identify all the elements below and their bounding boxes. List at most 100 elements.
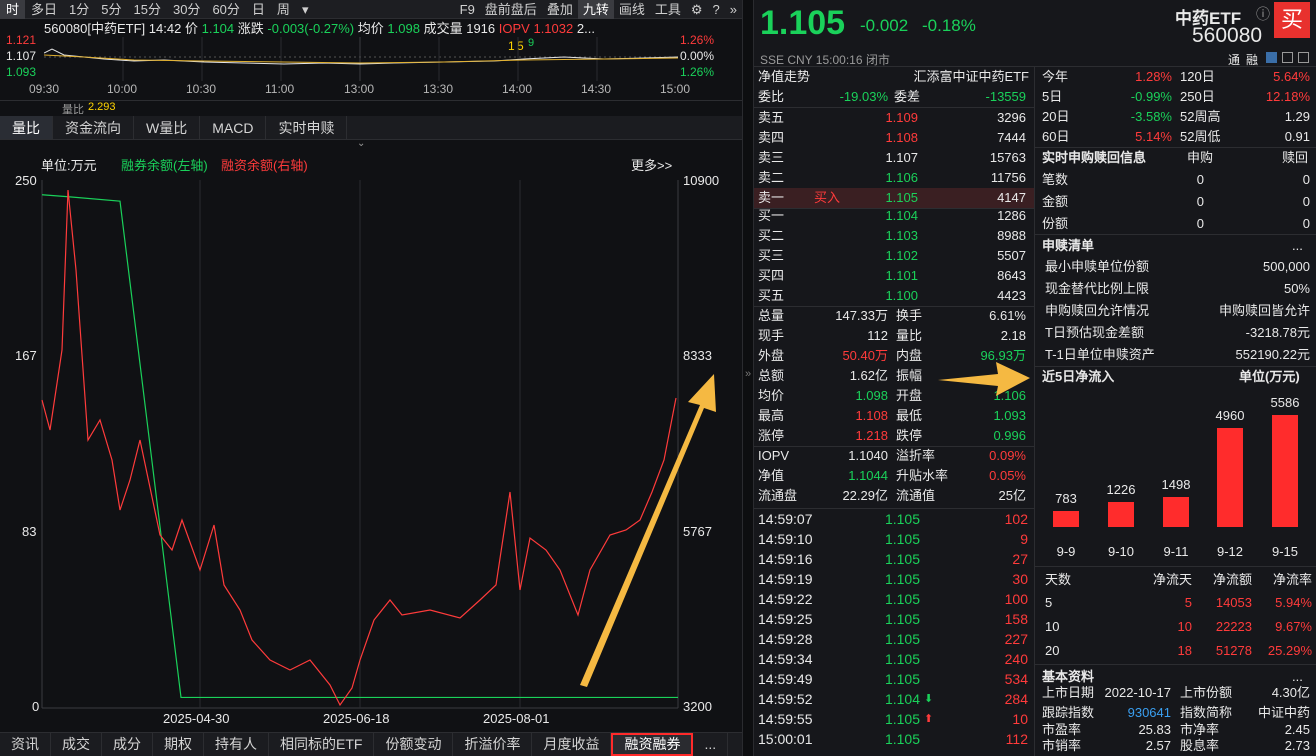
basic-value: 4.30亿 — [1271, 685, 1310, 700]
popout-icon[interactable] — [1298, 52, 1309, 63]
period-tab[interactable]: 60分 — [206, 0, 245, 19]
bid-price[interactable]: 1.103 — [874, 226, 918, 246]
creation-label: T-1日单位申赎资产 — [1045, 347, 1155, 362]
ask-price[interactable]: 1.105 — [874, 188, 918, 208]
mini-chart-header: 560080[中药ETF] 14:42 价 1.104 涨跌 -0.003(-0… — [44, 20, 595, 37]
period-tab[interactable]: 时 — [0, 0, 26, 19]
bottom-tab[interactable]: 成分 — [102, 733, 153, 756]
redeem-header: 赎回 — [1282, 150, 1309, 165]
avg-value: 1.098 — [387, 21, 420, 36]
sg-redeem: 0 — [1302, 172, 1310, 187]
tick-time: 14:59:49 — [758, 671, 813, 687]
netflow-date: 9-10 — [1107, 544, 1135, 559]
panel-divider[interactable]: » — [742, 0, 754, 756]
indicator-tab[interactable]: 资金流向 — [53, 116, 134, 139]
period-tab[interactable]: 1分 — [63, 0, 95, 19]
subscribe-header: 申购 — [1187, 150, 1214, 165]
perf-value: -3.58% — [1130, 109, 1172, 124]
help-icon[interactable]: ? — [708, 0, 725, 19]
indicator-tab[interactable]: W量比 — [134, 116, 201, 139]
edit-icon[interactable] — [1266, 52, 1277, 63]
flow-table-cell: 51278 — [1215, 643, 1252, 658]
basic-info-more[interactable]: ... — [1292, 667, 1303, 687]
toolbar-button[interactable]: 九转 — [577, 0, 614, 19]
toolbar-button[interactable]: 叠加 — [542, 0, 578, 19]
bid-price[interactable]: 1.102 — [874, 246, 918, 266]
bottom-tab[interactable]: ... — [693, 733, 729, 756]
stat-label: 最低 — [896, 408, 923, 423]
bottom-tab[interactable]: 期权 — [153, 733, 204, 756]
stat-label: 跌停 — [896, 428, 923, 443]
mini-yright-mid: 0.00% — [680, 49, 715, 63]
toolbar-button[interactable]: F9 — [455, 0, 480, 19]
tick-time: 14:59:10 — [758, 531, 813, 547]
period-tab[interactable]: 多日 — [25, 0, 63, 19]
period-tab[interactable]: 30分 — [167, 0, 206, 19]
period-tab[interactable]: 日 — [246, 0, 271, 19]
bid-price[interactable]: 1.100 — [874, 286, 918, 306]
creation-list-more[interactable]: ... — [1292, 236, 1303, 256]
stat-value: 1.093 — [993, 408, 1026, 423]
bottom-tab[interactable]: 持有人 — [204, 733, 269, 756]
period-tab[interactable]: 15分 — [128, 0, 167, 19]
fund-stat-label: 溢折率 — [896, 448, 936, 463]
period-tab[interactable]: ▾ — [296, 0, 315, 19]
ask-price[interactable]: 1.107 — [874, 148, 918, 168]
tick-price: 1.104 — [884, 691, 920, 707]
ask-price[interactable]: 1.109 — [874, 108, 918, 128]
netflow-bar — [1217, 428, 1243, 527]
toolbar-button[interactable]: 工具 — [650, 0, 686, 19]
bid-price[interactable]: 1.101 — [874, 266, 918, 286]
perf-value: 1.29 — [1284, 109, 1310, 124]
stat-value: 1.62亿 — [849, 368, 888, 383]
stat-value: 112 — [867, 328, 888, 343]
bid-volume: 1286 — [997, 208, 1026, 223]
flow-table-cell: 5 — [1184, 595, 1192, 610]
bottom-tab[interactable]: 份额变动 — [374, 733, 454, 756]
perf-value: 0.91 — [1284, 129, 1310, 144]
info-icon[interactable]: ⓘ — [1256, 4, 1270, 24]
fund-stat-value: 0.05% — [989, 468, 1026, 483]
flow-table-cell: 14053 — [1215, 595, 1252, 610]
basic-label: 股息率 — [1180, 738, 1220, 753]
ask-volume: 11756 — [990, 170, 1026, 185]
settings-icon[interactable]: ⚙ — [686, 0, 708, 19]
expand-icon[interactable]: » — [725, 0, 742, 19]
netflow-bar — [1272, 415, 1298, 527]
basic-label: 市净率 — [1180, 722, 1220, 737]
indicator-tab[interactable]: 实时申赎 — [266, 116, 348, 139]
stat-label: 外盘 — [758, 348, 785, 363]
tick-volume: 534 — [1004, 671, 1028, 687]
buy-in-tag[interactable]: 买入 — [814, 188, 840, 208]
buy-button[interactable]: 买 — [1274, 2, 1310, 38]
indicator-tab[interactable]: 量比 — [0, 116, 53, 139]
bid-price[interactable]: 1.104 — [874, 206, 918, 226]
indicator-tab[interactable]: MACD — [200, 116, 267, 139]
annotation-arrow-icon — [938, 362, 1030, 396]
sg-redeem: 0 — [1302, 194, 1310, 209]
ask-price[interactable]: 1.106 — [874, 168, 918, 188]
bottom-tab[interactable]: 相同标的ETF — [269, 733, 375, 756]
creation-value: 申购赎回皆允许 — [1218, 303, 1310, 318]
basic-value: 25.83 — [1138, 722, 1171, 737]
ask-level-label: 卖一 — [758, 190, 785, 205]
toolbar-button[interactable]: 画线 — [614, 0, 650, 19]
ask-price[interactable]: 1.108 — [874, 128, 918, 148]
perf-label: 20日 — [1042, 109, 1070, 124]
bottom-tab[interactable]: 资讯 — [0, 733, 51, 756]
netflow-bar-value: 5586 — [1270, 395, 1300, 410]
window-icon[interactable] — [1282, 52, 1293, 63]
netflow-title: 近5日净流入 — [1042, 369, 1115, 384]
bottom-tab[interactable]: 融资融券 — [611, 733, 694, 756]
bottom-tab[interactable]: 月度收益 — [532, 733, 612, 756]
toolbar-button[interactable]: 盘前盘后 — [480, 0, 542, 19]
bottom-tab[interactable]: 成交 — [51, 733, 102, 756]
bottom-tab[interactable]: 折溢价率 — [453, 733, 533, 756]
ask-volume: 7444 — [997, 130, 1026, 145]
flow-table-cell: 5 — [1045, 595, 1053, 610]
period-tab[interactable]: 5分 — [95, 0, 127, 19]
tick-time: 15:00:01 — [758, 731, 813, 747]
nav-trend-label[interactable]: 净值走势 — [758, 67, 810, 87]
period-tab[interactable]: 周 — [271, 0, 296, 19]
tick-price: 1.105 — [884, 551, 920, 567]
